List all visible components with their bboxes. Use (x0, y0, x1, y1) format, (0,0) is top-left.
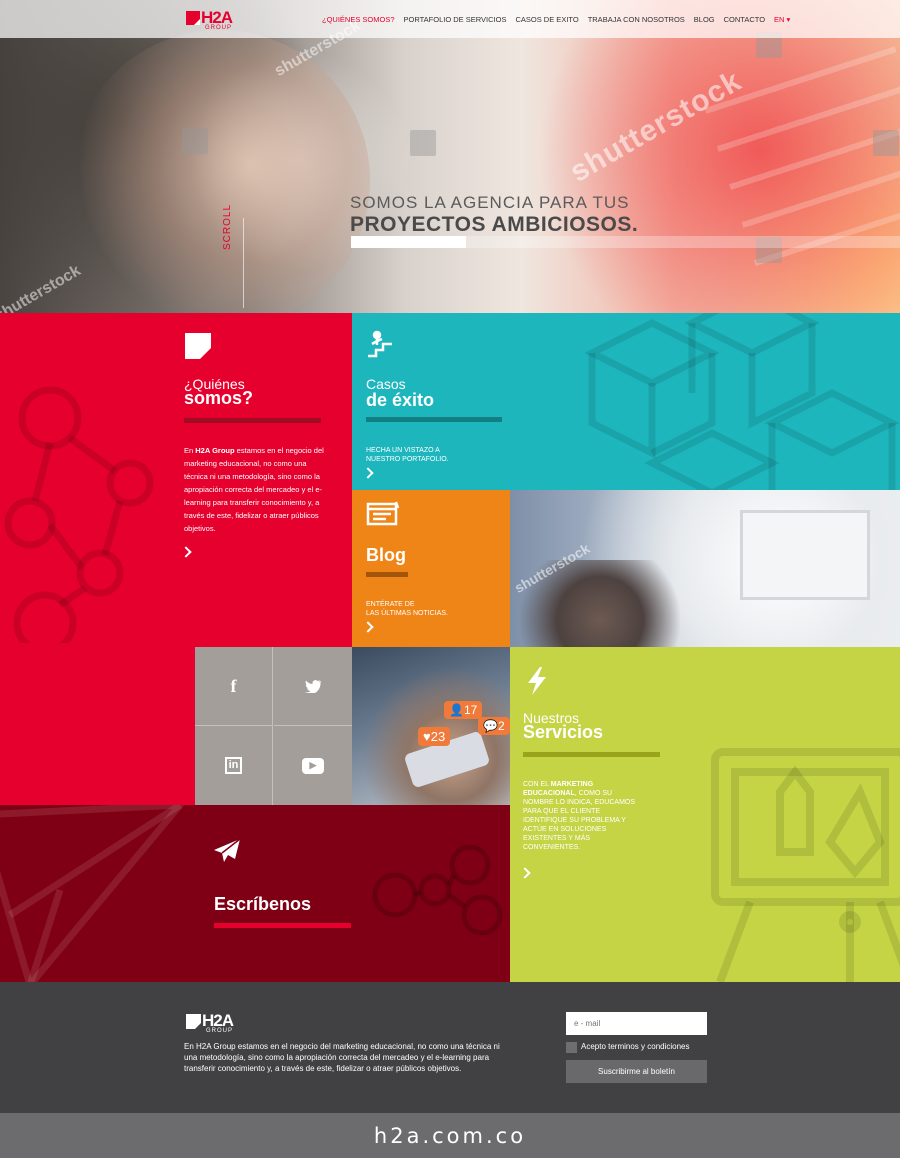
contact-rule (214, 923, 351, 928)
nav-item-casos-exito[interactable]: CASOS DE EXITO (515, 15, 578, 24)
domain-bar: h2a.com.co (0, 1113, 900, 1158)
contact-tile: Escríbenos (0, 805, 510, 982)
paper-plane-decoration-icon (0, 805, 185, 982)
cases-tile: Casos de éxito HECHA UN VISTAZO A NUESTR… (352, 313, 900, 490)
watermark-icon (182, 128, 208, 154)
language-selector[interactable]: EN ▾ (774, 15, 790, 24)
hero-headline: SOMOS LA AGENCIA PARA TUS PROYECTOS AMBI… (350, 193, 638, 237)
likes-count: 23 (430, 729, 446, 744)
footer-description: En H2A Group estamos en el negocio del m… (184, 1042, 500, 1073)
subscribe-button[interactable]: Suscribirme al boletín (566, 1060, 707, 1083)
logo-mark-icon (186, 11, 200, 25)
blog-window-icon (366, 501, 400, 526)
youtube-icon[interactable]: ▶ (274, 726, 352, 805)
services-body-prefix: CON EL (523, 781, 551, 788)
cases-arrow-icon[interactable] (362, 467, 374, 479)
scroll-label[interactable]: SCROLL (222, 204, 233, 250)
social-tile: f in ▶ (195, 647, 352, 805)
main-menu: ¿QUIÉNES SOMOS? PORTAFOLIO DE SERVICIOS … (322, 15, 790, 24)
facebook-icon[interactable]: f (195, 647, 273, 726)
h2a-mark-icon (185, 333, 211, 359)
nav-item-blog[interactable]: BLOG (694, 15, 715, 24)
email-field[interactable] (566, 1012, 707, 1035)
cubes-decoration-icon (584, 313, 900, 490)
top-navbar: H2A GROUP ¿QUIÉNES SOMOS? PORTAFOLIO DE … (0, 0, 900, 38)
scroll-line (243, 218, 244, 308)
about-body-brand: H2A Group (195, 446, 235, 455)
paper-plane-icon (214, 838, 241, 862)
lightning-icon (528, 667, 546, 695)
cases-caption: HECHA UN VISTAZO A NUESTRO PORTAFOLIO. (366, 447, 449, 463)
followers-count: 17 (463, 703, 478, 717)
blog-title: Blog (366, 545, 406, 565)
about-body: En H2A Group estamos en el negocio del m… (184, 444, 324, 535)
likes-badge: ♥23 (418, 727, 451, 746)
comments-badge: 💬2 (478, 717, 510, 735)
linkedin-icon[interactable]: in (195, 726, 273, 805)
about-body-rest: estamos en el negocio del marketing educ… (184, 446, 324, 533)
about-rule (184, 418, 321, 423)
footer: H2A GROUP En H2A Group estamos en el neg… (0, 982, 900, 1113)
stairs-climber-icon (368, 330, 392, 358)
nav-item-contacto[interactable]: CONTACTO (724, 15, 765, 24)
hero-banner: shutterstock shutterstock shutterstock H… (0, 0, 900, 313)
network-decoration-icon (4, 386, 154, 643)
monitor-shape (740, 510, 870, 600)
nav-item-portafolio[interactable]: PORTAFOLIO DE SERVICIOS (404, 15, 507, 24)
services-rule (523, 752, 660, 757)
easel-decoration-icon (711, 748, 900, 982)
watermark-icon (873, 130, 899, 156)
comments-count: 2 (497, 719, 505, 733)
blog-caption: ENTÉRATE DE LAS ÚLTIMAS NOTICIAS. (366, 601, 448, 617)
phone-photo: 👤17 ♥23 💬2 (352, 647, 510, 805)
hero-progress-bar (351, 236, 900, 248)
twitter-icon[interactable] (274, 647, 352, 726)
followers-badge: 👤17 (444, 701, 483, 719)
terms-checkbox[interactable] (566, 1042, 577, 1053)
cases-rule (366, 417, 502, 422)
about-body-prefix: En (184, 446, 196, 455)
contact-title[interactable]: Escríbenos (214, 894, 311, 915)
footer-logo-subtext: GROUP (206, 1028, 234, 1034)
footer-logo-mark-icon (186, 1014, 201, 1029)
blog-arrow-icon[interactable] (362, 621, 374, 633)
people-network-decoration-icon (372, 845, 503, 936)
nav-item-quienes-somos[interactable]: ¿QUIÉNES SOMOS? (322, 15, 395, 24)
youtube-glyph: ▶ (302, 757, 324, 774)
services-body: CON EL MARKETING EDUCACIONAL, COMO SU NO… (523, 780, 643, 852)
hero-line-1: SOMOS LA AGENCIA PARA TUS (350, 193, 630, 212)
nav-item-trabaja[interactable]: TRABAJA CON NOSOTROS (588, 15, 685, 24)
watermark-text: shutterstock (0, 262, 84, 313)
services-arrow-icon[interactable] (519, 867, 531, 879)
blog-rule (366, 572, 408, 577)
blog-tile: Blog ENTÉRATE DE LAS ÚLTIMAS NOTICIAS. (352, 490, 510, 647)
hero-progress-fill (351, 236, 467, 248)
hero-line-2: PROYECTOS AMBICIOSOS. (350, 213, 639, 236)
domain-label: h2a.com.co (373, 1123, 527, 1148)
hero-photo-board (693, 13, 900, 267)
linkedin-glyph: in (224, 757, 243, 774)
services-title-line2: Servicios (523, 722, 604, 742)
services-body-rest: , COMO SU NOMBRE LO INDICA, EDUCAMOS PAR… (523, 790, 636, 851)
cases-title-line2: de éxito (366, 390, 435, 410)
logo-subtext: GROUP (205, 25, 233, 31)
watermark-icon (410, 130, 436, 156)
about-title-line2: somos? (184, 388, 254, 408)
services-tile: Nuestros Servicios CON EL MARKETING EDUC… (510, 647, 900, 982)
hero-photo-person (70, 30, 370, 313)
office-photo: shutterstock (510, 490, 900, 647)
terms-label: Acepto terminos y condiciones (581, 1042, 690, 1051)
